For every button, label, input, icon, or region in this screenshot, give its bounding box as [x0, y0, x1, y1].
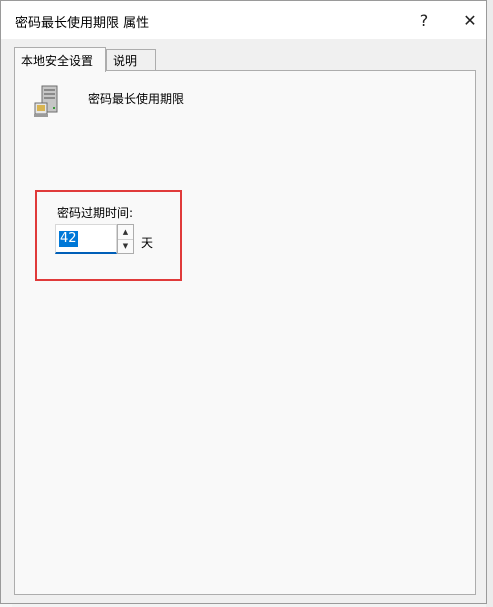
- unit-label: 天: [141, 236, 154, 250]
- increment-button[interactable]: ▲: [118, 225, 133, 240]
- tab-bar: 本地安全设置 说明: [14, 47, 484, 72]
- question-mark-icon: ?: [419, 10, 429, 30]
- title-bar[interactable]: 密码最长使用期限 属性 ? ✕: [1, 1, 486, 39]
- spin-buttons: ▲ ▼: [117, 224, 134, 254]
- arrow-down-icon: ▼: [122, 242, 129, 250]
- decrement-button[interactable]: ▼: [118, 239, 133, 253]
- expiry-days-stepper[interactable]: 42 ▲ ▼: [55, 224, 134, 254]
- close-button[interactable]: ✕: [452, 7, 488, 33]
- properties-dialog: 密码最长使用期限 属性 ? ✕ 本地安全设置 说明 密码最长使用期限 密码过期时…: [0, 0, 487, 604]
- tab-label: 本地安全设置: [21, 53, 94, 68]
- dialog-title: 密码最长使用期限 属性: [15, 16, 150, 31]
- tab-explain[interactable]: 说明: [106, 49, 156, 71]
- server-computer-icon: [34, 85, 58, 117]
- expiry-days-value: 42: [59, 230, 78, 247]
- arrow-up-icon: ▲: [122, 228, 129, 236]
- close-icon: ✕: [463, 10, 477, 30]
- tab-panel: 密码最长使用期限 密码过期时间: 42 ▲ ▼ 天: [14, 70, 476, 595]
- expiry-label: 密码过期时间:: [57, 206, 134, 220]
- tab-local-security-setting[interactable]: 本地安全设置: [14, 47, 106, 72]
- expiry-days-input[interactable]: 42: [55, 224, 117, 254]
- background-window-edge: [486, 0, 493, 607]
- tab-label: 说明: [113, 54, 138, 68]
- help-button[interactable]: ?: [406, 7, 442, 33]
- policy-name: 密码最长使用期限: [88, 92, 185, 106]
